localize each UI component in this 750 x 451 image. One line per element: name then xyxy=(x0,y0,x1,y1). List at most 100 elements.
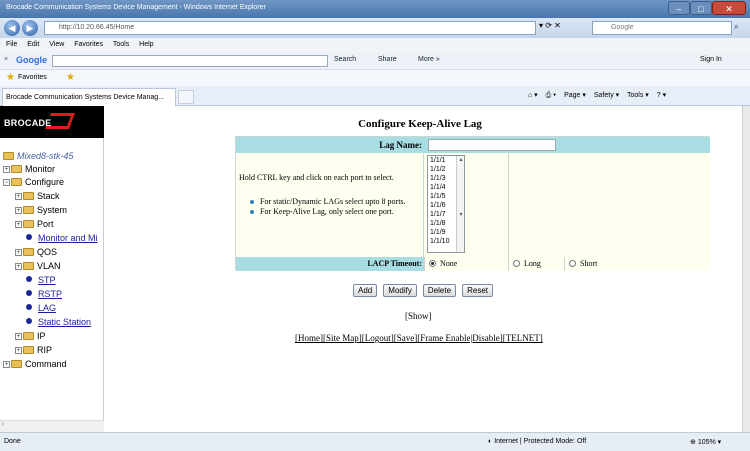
tree-item-system[interactable]: + System xyxy=(15,205,67,215)
tree-root[interactable]: Mixed8-stk-45 xyxy=(3,151,74,161)
port-option[interactable]: 1/1/5 xyxy=(430,193,446,200)
google-search-input[interactable] xyxy=(52,55,328,67)
radio-icon[interactable] xyxy=(513,260,520,267)
zoom-control[interactable]: ⊕ 105% ▾ xyxy=(690,438,721,446)
tree-item-rstp[interactable]: RSTP xyxy=(26,289,62,299)
back-icon[interactable]: ◀ xyxy=(4,20,20,36)
delete-button[interactable]: Delete xyxy=(422,284,457,297)
telnet-link[interactable]: [TELNET] xyxy=(503,333,543,343)
tree-item-monitor-and-mi[interactable]: Monitor and Mi xyxy=(26,233,98,243)
rules-list: For static/Dynamic LAGs select upto 8 po… xyxy=(250,197,426,217)
search-input[interactable]: Google xyxy=(592,21,732,35)
tree-link[interactable]: Monitor and Mi xyxy=(38,233,98,243)
radio-selected-icon[interactable] xyxy=(429,260,436,267)
port-option[interactable]: 1/1/2 xyxy=(430,166,446,173)
tree-item-lag[interactable]: LAG xyxy=(26,303,56,313)
tree-link[interactable]: RSTP xyxy=(38,289,62,299)
modify-button[interactable]: Modify xyxy=(383,284,417,297)
port-listbox[interactable]: 1/1/1 1/1/2 1/1/3 1/1/4 1/1/5 1/1/6 1/1/… xyxy=(427,155,465,253)
tree-link[interactable]: Static Station xyxy=(38,317,91,327)
expand-icon[interactable]: + xyxy=(15,193,22,200)
port-option[interactable]: 1/1/6 xyxy=(430,202,446,209)
google-share-button[interactable]: Share xyxy=(378,56,397,63)
tree-item-configure[interactable]: − Configure xyxy=(3,177,64,187)
logout-link[interactable]: [Logout] xyxy=(362,333,394,343)
add-button[interactable]: Add xyxy=(353,284,378,297)
expand-icon[interactable]: + xyxy=(3,361,10,368)
add-favorites-icon[interactable]: ★ xyxy=(66,72,75,83)
menu-tools[interactable]: Tools xyxy=(113,41,129,48)
print-icon[interactable]: ⎙ ▾ xyxy=(546,92,557,99)
help-icon[interactable]: ? ▾ xyxy=(657,92,666,99)
tree-item-vlan[interactable]: + VLAN xyxy=(15,261,61,271)
forward-icon[interactable]: ▶ xyxy=(22,20,38,36)
new-tab-button[interactable] xyxy=(178,90,194,104)
maximize-button[interactable]: □ xyxy=(690,1,712,15)
close-button[interactable]: ✕ xyxy=(712,1,746,15)
cmd-page[interactable]: Page ▾ xyxy=(564,92,586,99)
cmd-tools[interactable]: Tools ▾ xyxy=(627,92,649,99)
tree-item-qos[interactable]: + QOS xyxy=(15,247,57,257)
menu-view[interactable]: View xyxy=(49,41,64,48)
google-search-button[interactable]: Search xyxy=(334,56,356,63)
port-option[interactable]: 1/1/4 xyxy=(430,184,446,191)
tree-label: Command xyxy=(25,359,67,369)
tree-item-ip[interactable]: + IP xyxy=(15,331,46,341)
address-controls[interactable]: ▾ ⟳ ✕ xyxy=(539,21,589,35)
google-toolbar-close-icon[interactable]: × xyxy=(4,56,8,63)
show-link[interactable]: [Show] xyxy=(405,311,432,321)
tree-link[interactable]: STP xyxy=(38,275,56,285)
listbox-scrollbar[interactable]: ▴ ▾ xyxy=(456,156,464,252)
expand-icon[interactable]: + xyxy=(15,207,22,214)
menu-file[interactable]: File xyxy=(6,41,17,48)
lag-name-input[interactable] xyxy=(428,139,556,151)
home-icon[interactable]: ⌂ ▾ xyxy=(528,92,538,99)
menu-edit[interactable]: Edit xyxy=(27,41,39,48)
port-option[interactable]: 1/1/7 xyxy=(430,211,446,218)
port-option[interactable]: 1/1/1 xyxy=(430,157,446,164)
security-zone: ◐ Internet | Protected Mode: Off xyxy=(488,438,587,445)
lacp-short-option[interactable]: Short xyxy=(564,257,710,271)
favorites-star-icon[interactable]: ★ xyxy=(6,72,15,83)
reset-button[interactable]: Reset xyxy=(462,284,494,297)
save-link[interactable]: [Save] xyxy=(394,333,418,343)
frame-enable-disable-link[interactable]: [Frame Enable|Disable] xyxy=(417,333,503,343)
menu-help[interactable]: Help xyxy=(139,41,153,48)
minimize-button[interactable]: – xyxy=(668,1,690,15)
port-option[interactable]: 1/1/10 xyxy=(430,238,449,245)
favorites-button[interactable]: Favorites xyxy=(18,74,47,81)
expand-icon[interactable]: + xyxy=(15,347,22,354)
tree-item-monitor[interactable]: + Monitor xyxy=(3,164,55,174)
google-more-button[interactable]: More » xyxy=(418,56,440,63)
tree-item-static-station[interactable]: Static Station xyxy=(26,317,91,327)
cmd-safety[interactable]: Safety ▾ xyxy=(594,92,619,99)
radio-icon[interactable] xyxy=(569,260,576,267)
lacp-long-option[interactable]: Long xyxy=(508,257,564,271)
tab-brocade[interactable]: Brocade Communication Systems Device Man… xyxy=(2,88,176,106)
tree-link[interactable]: LAG xyxy=(38,303,56,313)
tree-item-stack[interactable]: + Stack xyxy=(15,191,60,201)
search-icon[interactable]: ⌕ xyxy=(734,21,739,32)
expand-icon[interactable]: + xyxy=(15,221,22,228)
folder-icon xyxy=(11,165,22,173)
sidebar-horizontal-scrollbar[interactable]: ‹ xyxy=(0,420,104,432)
expand-icon[interactable]: + xyxy=(15,263,22,270)
menu-favorites[interactable]: Favorites xyxy=(74,41,103,48)
port-option[interactable]: 1/1/8 xyxy=(430,220,446,227)
lacp-none-option[interactable]: None xyxy=(424,257,508,271)
tree-item-command[interactable]: + Command xyxy=(3,359,67,369)
expand-icon[interactable]: + xyxy=(15,333,22,340)
page-vertical-scrollbar[interactable] xyxy=(742,106,750,432)
tree-item-port[interactable]: + Port xyxy=(15,219,54,229)
expand-icon[interactable]: + xyxy=(15,249,22,256)
tree-item-rip[interactable]: + RIP xyxy=(15,345,52,355)
site-map-link[interactable]: [Site Map] xyxy=(323,333,362,343)
home-link[interactable]: [Home] xyxy=(295,333,323,343)
expand-icon[interactable]: + xyxy=(3,166,10,173)
address-bar[interactable]: http://10.20.66.45/Home xyxy=(44,21,536,35)
sign-in-button[interactable]: Sign In xyxy=(700,56,722,63)
collapse-icon[interactable]: − xyxy=(3,179,10,186)
port-option[interactable]: 1/1/3 xyxy=(430,175,446,182)
tree-item-stp[interactable]: STP xyxy=(26,275,56,285)
port-option[interactable]: 1/1/9 xyxy=(430,229,446,236)
